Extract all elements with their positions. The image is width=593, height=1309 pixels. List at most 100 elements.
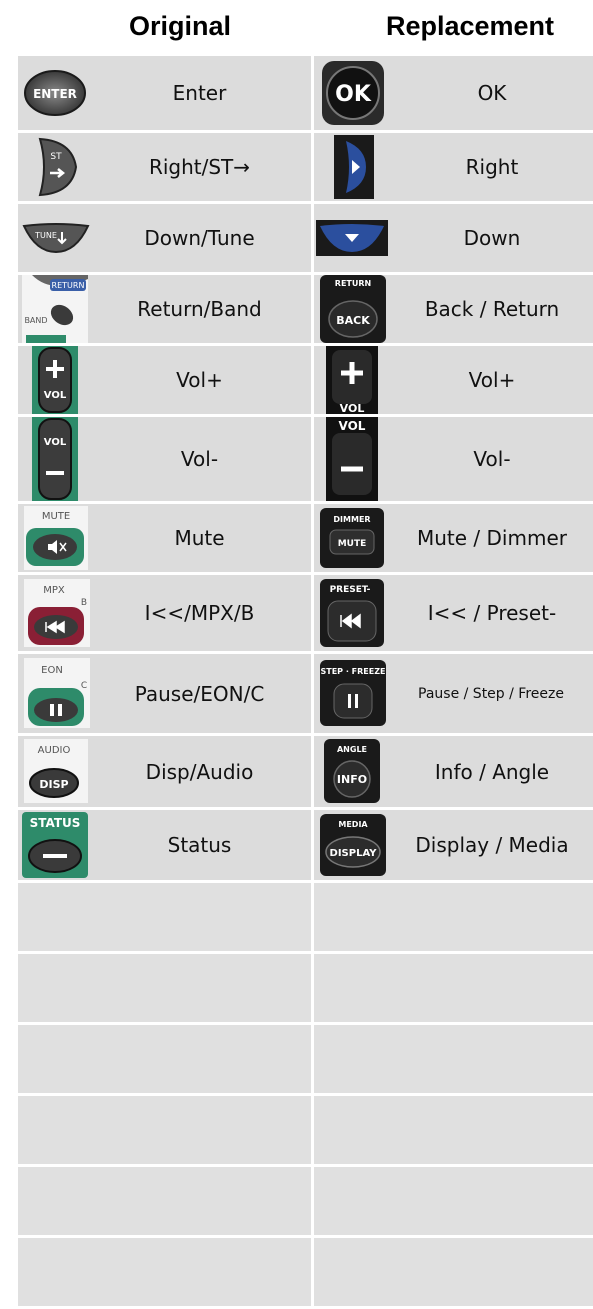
mute-button-icon: MUTE — [24, 506, 88, 570]
svg-text:RETURN: RETURN — [335, 279, 371, 288]
svg-text:DIMMER: DIMMER — [333, 515, 370, 524]
original-label: Vol- — [180, 447, 219, 471]
mute-dimmer-button-icon: DIMMER MUTE — [320, 508, 384, 568]
header-original: Original — [128, 10, 231, 41]
svg-text:VOL: VOL — [44, 437, 67, 448]
svg-text:EON: EON — [41, 665, 63, 676]
table-row: VOL Vol- VOL Vol- — [18, 417, 593, 501]
svg-text:MUTE: MUTE — [338, 539, 367, 549]
info-angle-button-icon: ANGLE INFO — [324, 739, 380, 803]
replacement-label: I<< / Preset- — [427, 601, 557, 625]
replacement-cell: PRESET- I<< / Preset- — [314, 575, 593, 651]
empty-cell — [314, 1167, 593, 1235]
replacement-label: Right — [465, 155, 519, 179]
replacement-label: Info / Angle — [434, 759, 550, 784]
svg-text:STATUS: STATUS — [30, 816, 81, 830]
down-tune-button-icon: TUNE — [20, 220, 92, 256]
empty-cell — [314, 883, 593, 951]
svg-text:BACK: BACK — [336, 314, 370, 327]
empty-cell — [18, 1238, 311, 1306]
replacement-cell: Down — [314, 204, 593, 272]
replacement-label: Mute / Dimmer — [417, 526, 567, 550]
original-label: Enter — [172, 81, 227, 105]
status-button-icon: STATUS — [22, 812, 88, 878]
svg-text:RETURN: RETURN — [52, 281, 85, 290]
replacement-cell: ANGLE INFO Info / Angle — [314, 736, 593, 807]
svg-text:VOL: VOL — [44, 390, 67, 401]
empty-cell — [18, 1096, 311, 1164]
empty-cell — [314, 954, 593, 1022]
original-cell: VOL Vol+ — [18, 346, 311, 414]
empty-row — [18, 1238, 593, 1306]
empty-row — [18, 883, 593, 951]
svg-text:PRESET-: PRESET- — [330, 585, 371, 595]
original-cell: VOL Vol- — [18, 417, 311, 501]
svg-text:B: B — [81, 598, 87, 608]
original-cell: STATUS Status — [18, 810, 311, 880]
replacement-cell: OK OK — [314, 56, 593, 130]
table-row: EON C Pause/EON/C STEP · FREEZE Pause / … — [18, 654, 593, 733]
svg-text:BAND: BAND — [24, 316, 47, 325]
table-row: RETURN BAND Return/Band RETURN BACK Back… — [18, 275, 593, 343]
original-label: Down/Tune — [144, 226, 255, 250]
empty-cell — [314, 1238, 593, 1306]
replacement-label: Down — [463, 226, 521, 250]
right-st-button-icon: ST — [32, 135, 82, 199]
replacement-cell: DIMMER MUTE Mute / Dimmer — [314, 504, 593, 572]
replacement-cell: VOL Vol+ — [314, 346, 593, 414]
original-label: Pause/EON/C — [134, 681, 265, 706]
pause-eon-button-icon: EON C — [24, 658, 90, 728]
original-label: Status — [167, 833, 232, 857]
prev-mpx-button-icon: MPX B — [24, 579, 90, 647]
table-row: VOL Vol+ VOL Vol+ — [18, 346, 593, 414]
table-row: TUNE Down/Tune Down — [18, 204, 593, 272]
svg-text:STEP · FREEZE: STEP · FREEZE — [321, 667, 386, 676]
original-cell: ENTER Enter — [18, 56, 311, 130]
replacement-label: Pause / Step / Freeze — [418, 685, 564, 702]
empty-cell — [314, 1096, 593, 1164]
svg-text:C: C — [81, 681, 87, 691]
empty-cell — [18, 1025, 311, 1093]
original-cell: EON C Pause/EON/C — [18, 654, 311, 733]
return-band-button-icon: RETURN BAND — [22, 275, 88, 343]
svg-text:OK: OK — [335, 82, 372, 107]
table-row: STATUS Status MEDIA DISPLAY Display / Me… — [18, 810, 593, 880]
svg-text:MPX: MPX — [43, 585, 65, 596]
header-replacement: Replacement — [385, 10, 555, 41]
original-cell: RETURN BAND Return/Band — [18, 275, 311, 343]
svg-text:MEDIA: MEDIA — [338, 820, 368, 829]
vol-minus-button-icon: VOL — [326, 417, 378, 501]
original-label: Disp/Audio — [145, 759, 254, 784]
disp-audio-button-icon: AUDIO DISP — [24, 739, 88, 803]
display-media-button-icon: MEDIA DISPLAY — [320, 814, 386, 876]
replacement-label: Back / Return — [424, 297, 560, 321]
replacement-label: Display / Media — [415, 833, 569, 857]
prev-preset-button-icon: PRESET- — [320, 579, 384, 647]
svg-text:MUTE: MUTE — [42, 511, 70, 522]
replacement-cell: VOL Vol- — [314, 417, 593, 501]
replacement-label: Vol- — [473, 447, 511, 471]
original-cell: TUNE Down/Tune — [18, 204, 311, 272]
original-label: Return/Band — [137, 297, 262, 321]
replacement-cell: STEP · FREEZE Pause / Step / Freeze — [314, 654, 593, 733]
vol-minus-button-icon: VOL — [32, 417, 78, 501]
replacement-label: OK — [477, 81, 507, 105]
pause-step-freeze-button-icon: STEP · FREEZE — [320, 660, 386, 726]
svg-text:ANGLE: ANGLE — [337, 745, 367, 754]
empty-row — [18, 954, 593, 1022]
original-label: Vol+ — [176, 368, 223, 392]
empty-cell — [314, 1025, 593, 1093]
empty-row — [18, 1025, 593, 1093]
enter-button-icon: ENTER — [22, 60, 88, 126]
empty-row — [18, 1096, 593, 1164]
original-label: Right/ST→ — [148, 155, 251, 179]
replacement-label: Vol+ — [468, 368, 516, 392]
svg-text:DISPLAY: DISPLAY — [330, 848, 378, 859]
svg-text:DISP: DISP — [39, 778, 68, 791]
svg-text:ST: ST — [50, 152, 62, 162]
svg-text:VOL: VOL — [339, 419, 366, 433]
ok-button-icon: OK — [318, 58, 388, 128]
table-row: MUTE Mute DIMMER MUTE Mute / Dimmer — [18, 504, 593, 572]
down-arrow-button-icon — [316, 220, 388, 256]
svg-text:INFO: INFO — [337, 773, 367, 786]
